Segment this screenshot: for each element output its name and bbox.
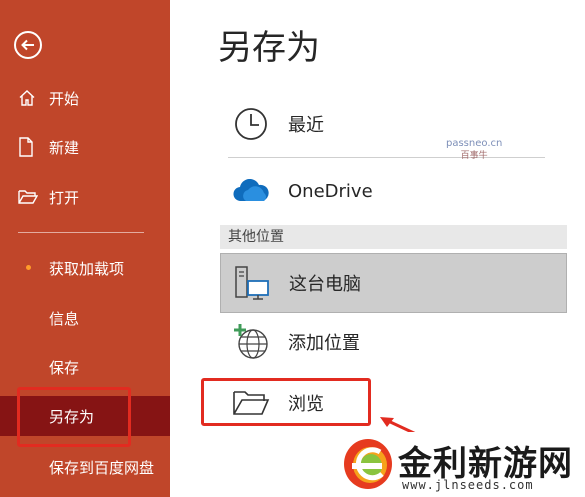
location-recent[interactable]: 最近 [220, 94, 324, 154]
location-label-recent: 最近 [288, 115, 324, 136]
nav-label-save-baidu: 保存到百度网盘 [49, 458, 155, 477]
open-folder-icon [18, 189, 46, 205]
nav-item-new[interactable]: 新建 [0, 127, 170, 167]
computer-icon [227, 263, 277, 303]
page-title: 另存为 [218, 28, 320, 68]
location-this-pc[interactable]: 这台电脑 [220, 253, 567, 313]
location-label-onedrive: OneDrive [288, 180, 373, 202]
location-add-place[interactable]: 添加位置 [220, 312, 360, 372]
nav-label-get-addins: 获取加载项 [49, 259, 125, 278]
backstage-sidebar: 开始 新建 打开 获取加载项 信息 保存 另存为 保存到百度网盘 [0, 0, 170, 497]
logo-mark-icon [344, 439, 392, 489]
nav-label-new: 新建 [49, 138, 80, 157]
sidebar-separator [18, 232, 144, 233]
section-header-other-locations: 其他位置 [220, 225, 567, 249]
nav-item-info[interactable]: 信息 [0, 298, 170, 338]
nav-item-save[interactable]: 保存 [0, 347, 170, 387]
location-label-this-pc: 这台电脑 [289, 274, 361, 295]
nav-label-home: 开始 [49, 89, 80, 108]
site-logo-url: www.jlnseeds.com [402, 478, 534, 492]
location-label-add-place: 添加位置 [288, 333, 360, 354]
watermark-line1: passneo.cn [446, 138, 503, 149]
add-globe-icon [226, 322, 276, 362]
back-arrow-icon[interactable] [14, 31, 42, 59]
nav-label-open: 打开 [49, 188, 80, 207]
nav-item-home[interactable]: 开始 [0, 78, 170, 118]
watermark: passneo.cn 百事牛 [446, 137, 502, 163]
nav-item-get-addins[interactable]: 获取加载项 [0, 248, 170, 288]
nav-label-info: 信息 [49, 309, 80, 328]
nav-item-open[interactable]: 打开 [0, 177, 170, 217]
watermark-line2: 百事牛 [460, 151, 488, 161]
home-icon [18, 89, 46, 107]
nav-item-save-baidu[interactable]: 保存到百度网盘 [0, 447, 170, 487]
location-onedrive[interactable]: OneDrive [220, 161, 373, 221]
cloud-icon [226, 179, 276, 203]
clock-icon [226, 106, 276, 142]
highlight-box-browse [201, 378, 371, 426]
nav-label-save: 保存 [49, 358, 80, 377]
new-document-icon [18, 137, 46, 157]
highlight-box-save-as [17, 387, 131, 447]
